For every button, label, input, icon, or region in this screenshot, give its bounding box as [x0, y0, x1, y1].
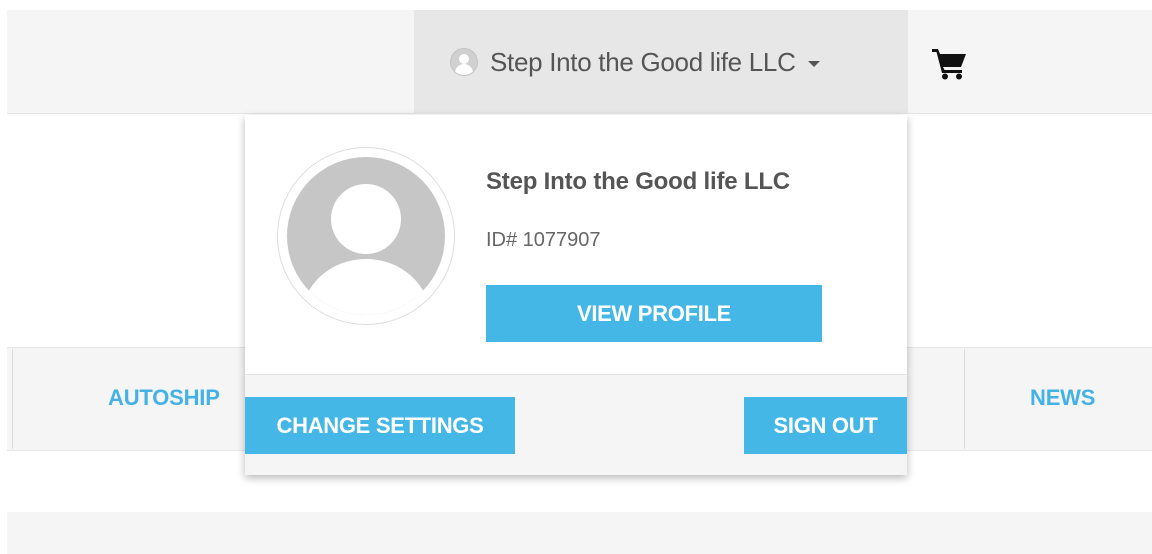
- default-avatar-icon: [287, 157, 445, 315]
- profile-name: Step Into the Good life LLC: [486, 168, 790, 195]
- shopping-cart-icon[interactable]: [930, 46, 970, 80]
- content-strip: [7, 512, 1152, 554]
- user-menu-toggle[interactable]: Step Into the Good life LLC: [414, 10, 908, 114]
- profile-id: ID# 1077907: [486, 229, 601, 251]
- sign-out-button[interactable]: SIGN OUT: [744, 397, 907, 454]
- user-dropdown-panel: Step Into the Good life LLC ID# 1077907 …: [245, 115, 907, 475]
- view-profile-button[interactable]: VIEW PROFILE: [486, 285, 822, 342]
- nav-divider: [12, 349, 13, 449]
- page: Step Into the Good life LLC AUTOSHIP NEW…: [0, 0, 1152, 554]
- nav-item-news[interactable]: NEWS: [1030, 385, 1095, 411]
- nav-divider: [964, 349, 965, 449]
- nav-item-autoship[interactable]: AUTOSHIP: [108, 385, 220, 411]
- change-settings-button[interactable]: CHANGE SETTINGS: [245, 397, 515, 454]
- user-avatar-icon: [450, 48, 478, 76]
- caret-down-icon: [807, 61, 820, 67]
- profile-avatar: [277, 147, 455, 325]
- user-menu-name: Step Into the Good life LLC: [490, 46, 796, 77]
